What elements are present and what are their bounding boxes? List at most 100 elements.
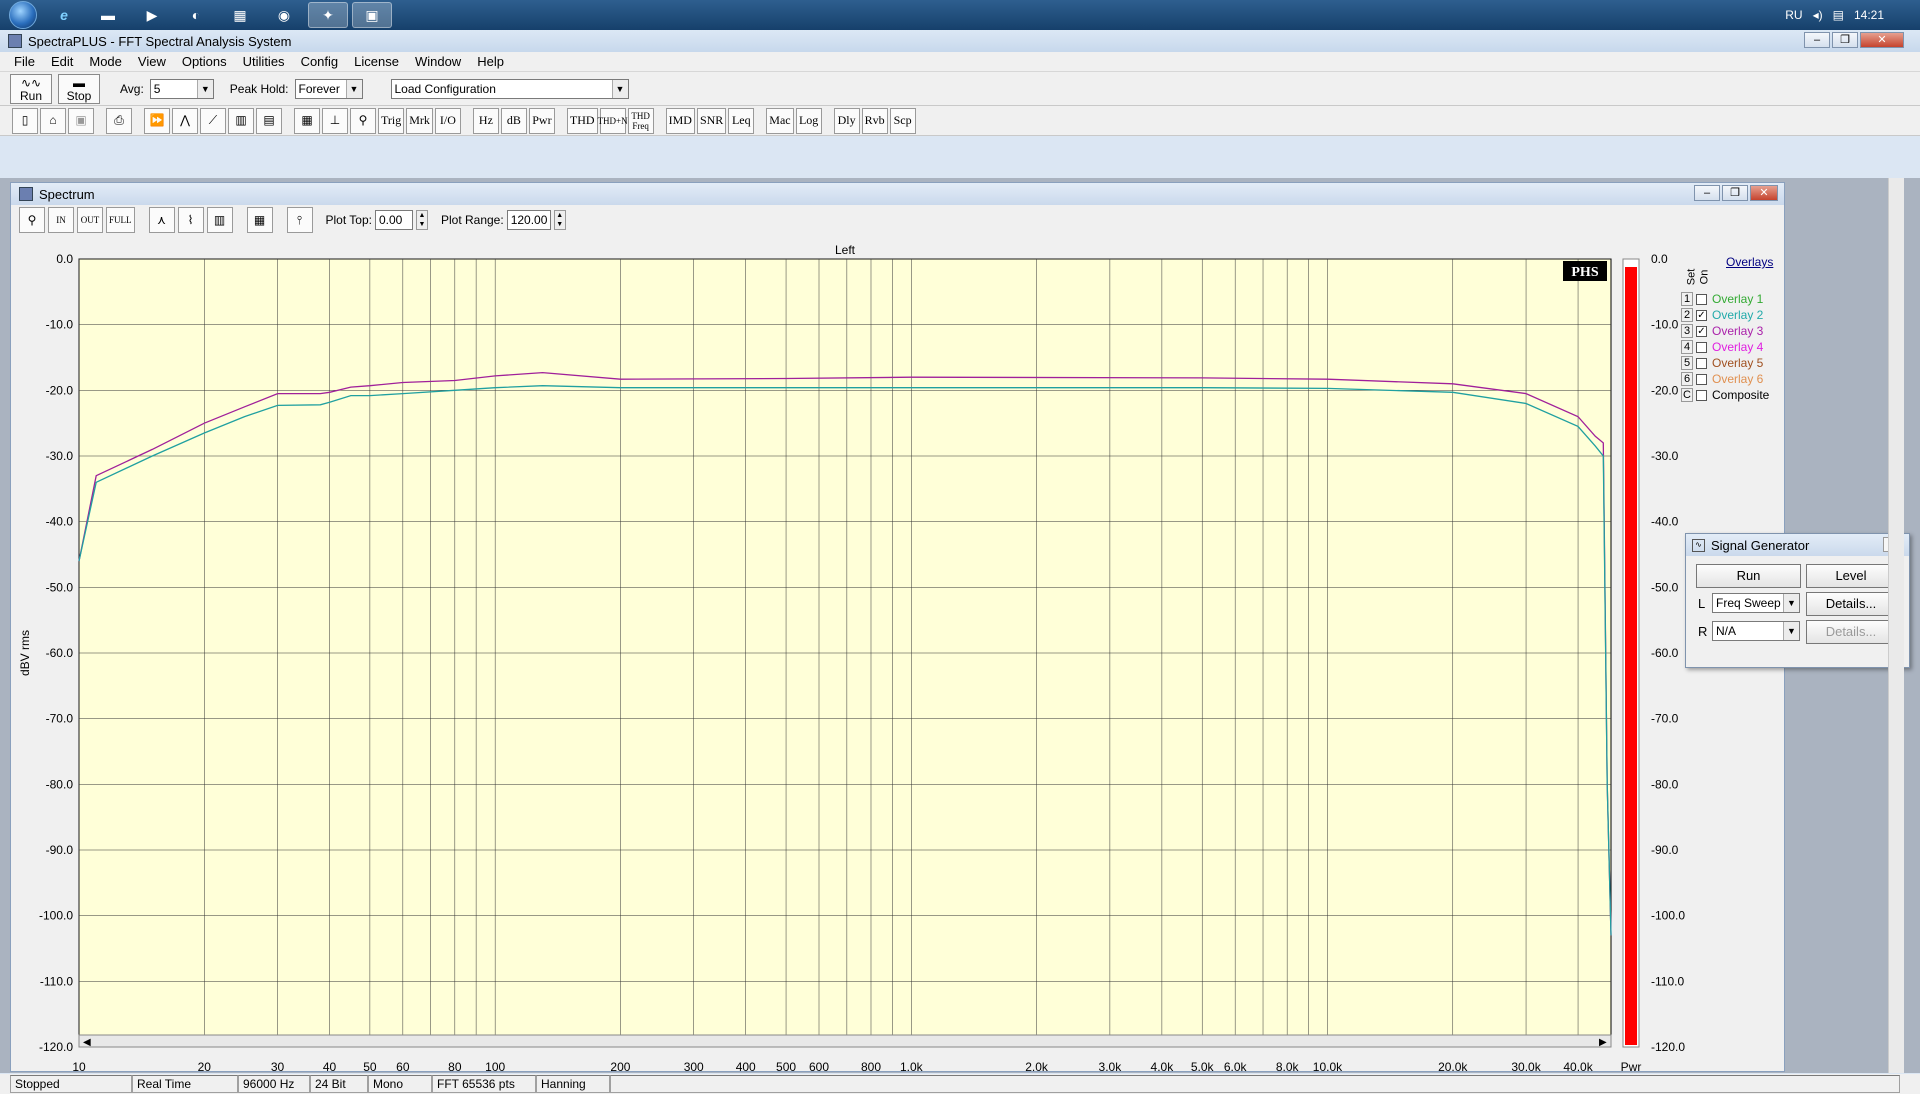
save-icon[interactable]: ▣ <box>68 107 94 134</box>
menu-mode[interactable]: Mode <box>81 54 130 69</box>
menu-help[interactable]: Help <box>469 54 512 69</box>
load-configuration-select[interactable]: Load Configuration ▼ <box>390 78 629 99</box>
left-channel-select[interactable]: Freq Sweep ▼ <box>1712 593 1800 613</box>
menu-utilities[interactable]: Utilities <box>235 54 293 69</box>
network-icon[interactable]: ▤ <box>1833 8 1844 22</box>
overlay-checkbox[interactable] <box>1696 389 1707 401</box>
run-button[interactable]: ∿∿ Run <box>10 73 52 104</box>
tool-mac-button[interactable]: Mac <box>766 107 794 134</box>
left-details-button[interactable]: Details... <box>1806 592 1896 616</box>
line-icon[interactable]: ⌇ <box>177 207 204 233</box>
overlay-set-button[interactable]: 5 <box>1681 356 1693 370</box>
app-icon[interactable]: ◐ <box>176 2 216 28</box>
tool-snr-button[interactable]: SNR <box>696 107 727 134</box>
overlay-label[interactable]: Overlay 2 <box>1712 308 1763 322</box>
tool-leq-button[interactable]: Leq <box>728 107 755 134</box>
menu-license[interactable]: License <box>346 54 407 69</box>
plot-range-input[interactable]: 120.00 <box>506 210 551 230</box>
plot-top-input[interactable]: 0.00 <box>374 210 413 230</box>
locale-indicator[interactable]: RU <box>1785 8 1802 22</box>
tool-rvb-button[interactable]: Rvb <box>861 107 888 134</box>
open-icon[interactable]: ⌂ <box>40 107 66 134</box>
overlay-set-button[interactable]: 3 <box>1681 324 1693 338</box>
zoom-icon[interactable]: ⚲ <box>19 207 45 233</box>
overlay-label[interactable]: Overlay 3 <box>1712 324 1763 338</box>
tool-thd-button[interactable]: THD <box>566 107 598 134</box>
restore-button[interactable]: ❐ <box>1832 32 1858 48</box>
zoom-in-2x-icon[interactable]: IN <box>48 207 74 233</box>
tool-thd-n-button[interactable]: THD+N <box>598 107 628 134</box>
spectrum-restore-button[interactable]: ❐ <box>1722 185 1748 201</box>
right-channel-select[interactable]: N/A ▼ <box>1712 621 1800 641</box>
overlay-set-button[interactable]: 1 <box>1681 292 1693 306</box>
vertical-scrollbar[interactable] <box>1888 178 1904 1073</box>
tool-trig-button[interactable]: Trig <box>378 107 405 134</box>
menu-options[interactable]: Options <box>174 54 235 69</box>
overlay-set-button[interactable]: 2 <box>1681 308 1693 322</box>
overlay-label[interactable]: Overlay 6 <box>1712 372 1763 386</box>
overlay-checkbox[interactable] <box>1696 357 1707 369</box>
tool-db-button[interactable]: dB <box>500 107 527 134</box>
print-icon[interactable]: ⎙ <box>106 107 132 134</box>
chrome-icon[interactable]: ◉ <box>264 2 304 28</box>
menu-view[interactable]: View <box>130 54 174 69</box>
overlay-set-button[interactable]: 6 <box>1681 372 1693 386</box>
tool-scp-button[interactable]: Scp <box>889 107 916 134</box>
menu-window[interactable]: Window <box>407 54 469 69</box>
spectrum-plot[interactable]: Left10 20 30 40 50 60 80 100 200 300 400 500 600 800 1… <box>11 235 1786 1073</box>
fast-forward-icon[interactable]: ⏩ <box>144 107 170 134</box>
ie-icon[interactable]: e <box>44 2 84 28</box>
overlay-checkbox[interactable] <box>1696 341 1707 353</box>
spectraplus-taskbar-icon[interactable]: ▣ <box>352 2 392 28</box>
close-button[interactable]: ✕ <box>1860 32 1904 48</box>
folder-icon[interactable]: ▬ <box>88 2 128 28</box>
overlay-label[interactable]: Overlay 5 <box>1712 356 1763 370</box>
zoom-out-2x-icon[interactable]: OUT <box>77 207 103 233</box>
bars-icon[interactable]: ▥ <box>228 107 254 134</box>
tool-dly-button[interactable]: Dly <box>833 107 860 134</box>
peak-icon[interactable]: ⋏ <box>148 207 175 233</box>
spectrum-close-button[interactable]: ✕ <box>1750 185 1778 201</box>
menu-config[interactable]: Config <box>293 54 347 69</box>
avg-select[interactable]: 5 ▼ <box>149 78 214 99</box>
overlay-set-button[interactable]: C <box>1681 388 1693 402</box>
tool-log-button[interactable]: Log <box>795 107 822 134</box>
volume-icon[interactable]: ◂) <box>1813 8 1823 22</box>
tool-imd-button[interactable]: IMD <box>665 107 695 134</box>
bar-icon[interactable]: ▥ <box>206 207 233 233</box>
overlay-checkbox[interactable] <box>1696 293 1707 305</box>
scale-icon[interactable]: ⫯ <box>286 207 313 233</box>
peak-hold-select[interactable]: Forever ▼ <box>294 78 363 99</box>
plot-range-spinner[interactable]: ▲ ▼ <box>553 210 566 230</box>
zoom-out-full-icon[interactable]: FULL <box>106 207 135 233</box>
calculator-icon[interactable]: ▦ <box>220 2 260 28</box>
tool-thd-freq-button[interactable]: THD Freq <box>627 107 654 134</box>
settings-icon[interactable]: ▦ <box>294 107 320 134</box>
tool-pwr-button[interactable]: Pwr <box>528 107 555 134</box>
axis-icon[interactable]: ⊥ <box>322 107 348 134</box>
stop-button[interactable]: ▬ Stop <box>58 73 100 104</box>
clock[interactable]: 14:21 <box>1854 8 1884 22</box>
overlay-checkbox[interactable] <box>1696 373 1707 385</box>
media-player-icon[interactable]: ▶ <box>132 2 172 28</box>
start-button[interactable] <box>6 0 40 30</box>
menu-file[interactable]: File <box>6 54 43 69</box>
overlay-label[interactable]: Overlay 1 <box>1712 292 1763 306</box>
waterfall-icon[interactable]: ▤ <box>256 107 282 134</box>
overlay-checkbox[interactable]: ✓ <box>1696 309 1707 321</box>
new-icon[interactable]: ▯ <box>12 107 38 134</box>
ramp-icon[interactable]: ⟋ <box>200 107 226 134</box>
overlay-checkbox[interactable]: ✓ <box>1696 325 1707 337</box>
overlay-label[interactable]: Overlay 4 <box>1712 340 1763 354</box>
properties-icon[interactable]: ▦ <box>246 207 273 233</box>
spectrum-minimize-button[interactable]: – <box>1694 185 1720 201</box>
menu-edit[interactable]: Edit <box>43 54 81 69</box>
spectrum-icon[interactable]: ⋀ <box>172 107 198 134</box>
minimize-button[interactable]: – <box>1804 32 1830 48</box>
calibrate-icon[interactable]: ⚲ <box>350 107 376 134</box>
tool-i-o-button[interactable]: I/O <box>434 107 461 134</box>
signal-generator-level-button[interactable]: Level <box>1806 564 1896 588</box>
taskbar-app-icon[interactable]: ✦ <box>308 2 348 28</box>
tool-mrk-button[interactable]: Mrk <box>406 107 433 134</box>
signal-generator-run-button[interactable]: Run <box>1696 564 1801 588</box>
